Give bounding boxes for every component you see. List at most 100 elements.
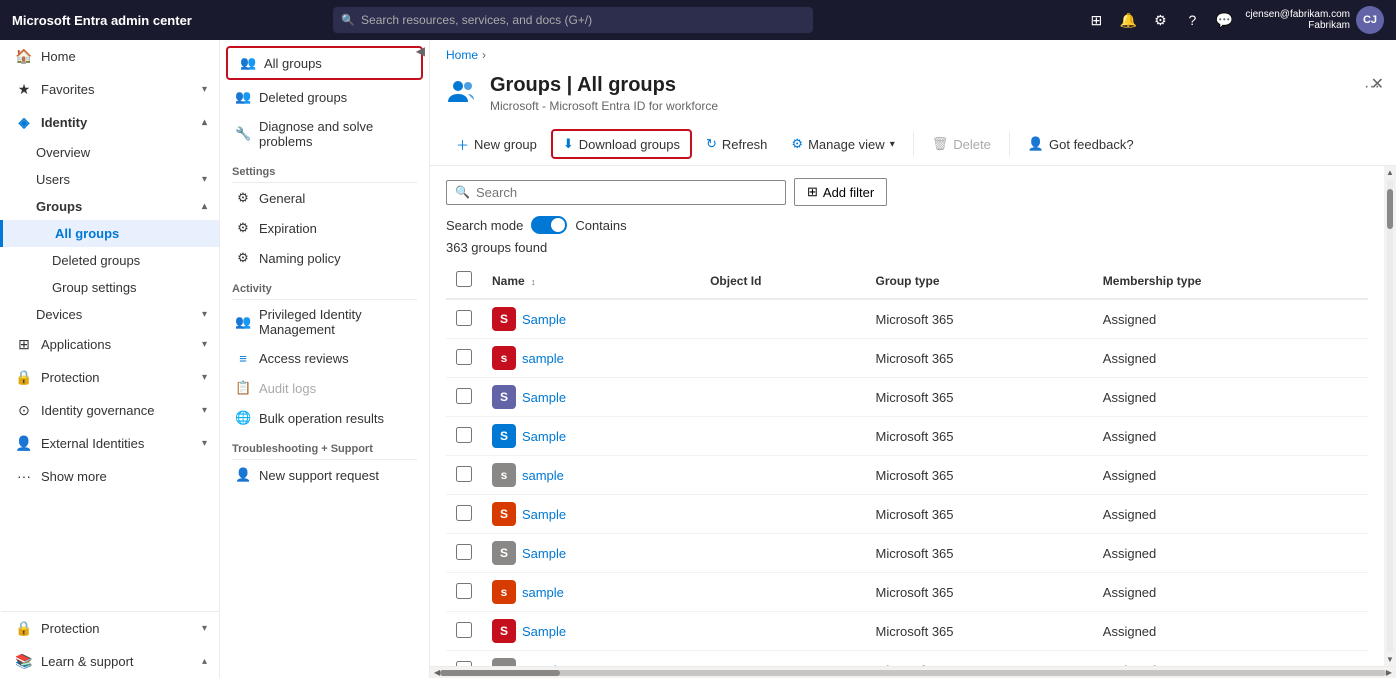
deleted-groups-icon: 👥: [235, 89, 251, 105]
row-select-checkbox[interactable]: [456, 349, 472, 365]
search-row: 🔍 ⊞ Add filter: [446, 178, 1368, 206]
sidebar-item-external-identities[interactable]: 👤 External Identities ▾: [0, 427, 219, 460]
portal-icon[interactable]: ⊞: [1085, 12, 1107, 29]
row-name-cell: S Sample: [482, 378, 700, 417]
sidebar-item-learn-support[interactable]: 📚 Learn & support ▴: [0, 645, 219, 678]
sub-panel-all-groups[interactable]: 👥 All groups: [226, 46, 423, 80]
sub-panel-diagnose[interactable]: 🔧 Diagnose and solve problems: [220, 112, 429, 156]
sidebar-item-favorites[interactable]: ★ Favorites ▾: [0, 73, 219, 106]
group-name-link[interactable]: Sample: [522, 507, 566, 522]
diagnose-icon: 🔧: [235, 126, 251, 142]
sub-panel-expiration[interactable]: ⚙ Expiration: [220, 213, 429, 243]
row-object-id-cell: [700, 339, 865, 378]
sidebar-item-home[interactable]: 🏠 Home: [0, 40, 219, 73]
sidebar-protection-label: Protection: [41, 370, 194, 385]
sub-panel-deleted-groups[interactable]: 👥 Deleted groups: [220, 82, 429, 112]
feedback-icon[interactable]: 💬: [1213, 12, 1235, 29]
got-feedback-button[interactable]: 👤 Got feedback?: [1018, 131, 1144, 157]
horizontal-scrollbar[interactable]: ◀ ▶: [430, 666, 1396, 678]
download-icon: ⬇: [563, 136, 574, 152]
governance-chevron: ▾: [202, 405, 207, 416]
row-select-checkbox[interactable]: [456, 622, 472, 638]
got-feedback-label: Got feedback?: [1049, 137, 1134, 152]
sidebar-subitem-deleted-groups[interactable]: Deleted groups: [0, 247, 219, 274]
search-mode-row: Search mode Contains: [446, 216, 1368, 234]
group-avatar: S: [492, 307, 516, 331]
breadcrumb-home[interactable]: Home: [446, 48, 478, 62]
sub-panel-collapse-icon[interactable]: ◀: [416, 44, 425, 58]
group-name-link[interactable]: sample: [522, 585, 564, 600]
sidebar-subitem-all-groups[interactable]: All groups: [0, 220, 219, 247]
row-select-checkbox[interactable]: [456, 466, 472, 482]
sidebar-subitem-users[interactable]: Users ▾: [0, 166, 219, 193]
sub-panel-naming-policy[interactable]: ⚙ Naming policy: [220, 243, 429, 273]
sidebar-item-identity[interactable]: ◈ Identity ▴: [0, 106, 219, 139]
sub-panel-bulk-operations[interactable]: 🌐 Bulk operation results: [220, 403, 429, 433]
scroll-thumb[interactable]: [1387, 189, 1393, 229]
sidebar-subitem-group-settings[interactable]: Group settings: [0, 274, 219, 301]
group-name-link[interactable]: Sample: [522, 546, 566, 561]
add-filter-button[interactable]: ⊞ Add filter: [794, 178, 887, 206]
sidebar-item-protection-bottom[interactable]: 🔒 Protection ▾: [0, 611, 219, 645]
row-select-checkbox[interactable]: [456, 583, 472, 599]
sidebar-item-show-more[interactable]: ··· Show more: [0, 460, 219, 492]
sub-panel-audit-logs: 📋 Audit logs: [220, 373, 429, 403]
sidebar-subitem-devices[interactable]: Devices ▾: [0, 301, 219, 328]
sidebar-subitem-groups[interactable]: Groups ▴: [0, 193, 219, 220]
group-name-link[interactable]: Sample: [522, 312, 566, 327]
scroll-down-button[interactable]: ▼: [1386, 655, 1394, 664]
notification-icon[interactable]: 🔔: [1117, 12, 1139, 29]
sub-panel-access-reviews[interactable]: ≡ Access reviews: [220, 344, 429, 373]
row-group-type-cell: Microsoft 365: [865, 612, 1092, 651]
row-name-cell: S Sample: [482, 417, 700, 456]
governance-icon: ⊙: [15, 402, 33, 419]
group-name-link[interactable]: Sample: [522, 429, 566, 444]
sidebar: 🏠 Home ★ Favorites ▾ ◈ Identity ▴ Overvi…: [0, 40, 220, 678]
sub-panel-pim[interactable]: 👥 Privileged Identity Management: [220, 300, 429, 344]
sidebar-subitem-overview[interactable]: Overview: [0, 139, 219, 166]
scroll-right-button[interactable]: ▶: [1386, 668, 1392, 677]
topbar-search-input[interactable]: [333, 7, 813, 33]
sidebar-item-applications[interactable]: ⊞ Applications ▾: [0, 328, 219, 361]
sub-panel-expiration-label: Expiration: [259, 221, 317, 236]
name-column-header[interactable]: Name ↕: [482, 263, 700, 299]
sidebar-item-protection[interactable]: 🔒 Protection ▾: [0, 361, 219, 394]
group-name-link[interactable]: Sample: [522, 390, 566, 405]
search-mode-toggle[interactable]: [531, 216, 567, 234]
delete-button[interactable]: 🗑 Delete: [922, 131, 1001, 157]
h-scroll-thumb[interactable]: [440, 670, 560, 676]
group-avatar: S: [492, 424, 516, 448]
row-select-checkbox[interactable]: [456, 544, 472, 560]
sub-panel-general[interactable]: ⚙ General: [220, 183, 429, 213]
row-name-cell: S Sample: [482, 495, 700, 534]
manage-view-button[interactable]: ⚙ Manage view ▾: [781, 131, 904, 157]
row-membership-type-cell: Assigned: [1093, 299, 1368, 339]
learn-chevron: ▴: [202, 656, 207, 667]
group-name-link[interactable]: sample: [522, 468, 564, 483]
new-group-button[interactable]: ＋ New group: [446, 130, 547, 159]
row-checkbox-cell: [446, 417, 482, 456]
settings-icon[interactable]: ⚙: [1149, 12, 1171, 29]
group-name-link[interactable]: Sample: [522, 624, 566, 639]
download-groups-button[interactable]: ⬇ Download groups: [551, 129, 692, 159]
user-company: Fabrikam: [1245, 20, 1350, 31]
user-menu[interactable]: cjensen@fabrikam.com Fabrikam CJ: [1245, 6, 1384, 34]
row-checkbox-cell: [446, 299, 482, 339]
group-name-link[interactable]: sample: [522, 351, 564, 366]
search-icon: 🔍: [341, 14, 355, 27]
sidebar-item-identity-governance[interactable]: ⊙ Identity governance ▾: [0, 394, 219, 427]
select-all-checkbox[interactable]: [456, 271, 472, 287]
row-membership-type-cell: Assigned: [1093, 534, 1368, 573]
refresh-button[interactable]: ↻ Refresh: [696, 131, 777, 157]
help-icon[interactable]: ?: [1181, 12, 1203, 28]
row-select-checkbox[interactable]: [456, 310, 472, 326]
vertical-scrollbar[interactable]: ▲ ▼: [1384, 166, 1396, 666]
row-select-checkbox[interactable]: [456, 388, 472, 404]
row-select-checkbox[interactable]: [456, 427, 472, 443]
search-input[interactable]: [476, 185, 777, 200]
sub-panel-new-support[interactable]: 👤 New support request: [220, 460, 429, 490]
row-select-checkbox[interactable]: [456, 505, 472, 521]
scroll-up-button[interactable]: ▲: [1386, 168, 1394, 177]
row-object-id-cell: [700, 495, 865, 534]
page-close-button[interactable]: ✕: [1371, 74, 1384, 94]
